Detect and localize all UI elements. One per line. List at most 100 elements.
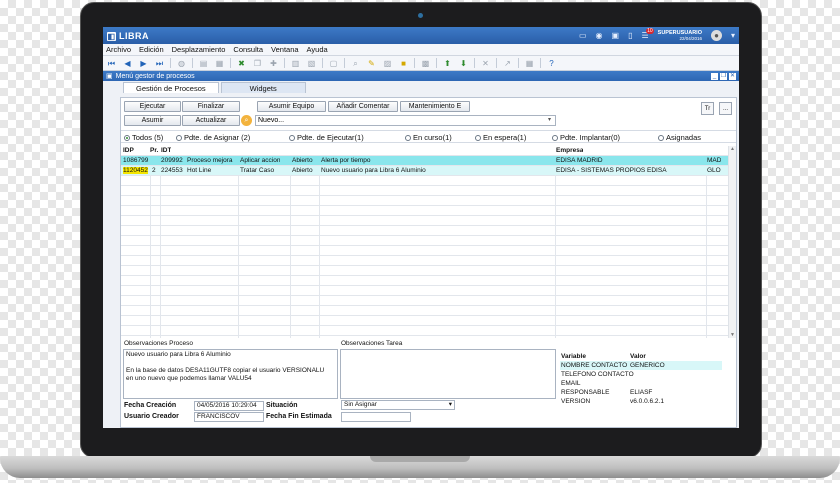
observaciones-proceso-label: Observaciones Proceso [124,340,194,347]
column-divider [555,156,556,338]
print-icon[interactable]: ▤ [198,58,209,69]
briefcase-icon[interactable]: ▣ [612,31,620,40]
table-scrollbar[interactable]: ▲ ▼ [728,146,736,338]
restore-icon[interactable]: ❐ [720,72,727,80]
header-pr[interactable]: Pr. [150,146,158,155]
filter-en-espera[interactable]: En espera(1) [475,133,526,142]
tab-widgets[interactable]: Widgets [220,82,306,93]
add-icon[interactable]: ✚ [268,58,279,69]
list-item[interactable]: NOMBRE CONTACTO GENERICO [560,361,722,370]
toolbar-separator [474,58,475,68]
menu-edicion[interactable]: Edición [139,45,164,54]
toolbar-separator [230,58,231,68]
note-icon[interactable]: ■ [398,58,409,69]
chevron-down-icon[interactable]: ▾ [548,116,551,123]
first-record-icon[interactable]: ⏮ [106,58,117,69]
globe-icon[interactable]: ◍ [176,58,187,69]
menu-archivo[interactable]: Archivo [106,45,131,54]
menu-consulta[interactable]: Consulta [233,45,263,54]
filter-ejecutar[interactable]: Pdte. de Ejecutar(1) [289,133,364,142]
anadir-comentario-button[interactable]: Añadir Comentar [328,101,398,112]
close-icon[interactable]: ✕ [729,72,736,80]
arrow-up-icon[interactable]: ⬆ [442,58,453,69]
more-button[interactable]: ... [719,102,732,115]
list-item[interactable]: TELEFONO CONTACTO [560,370,722,379]
export-icon[interactable]: ↗ [502,58,513,69]
ejecutar-button[interactable]: Ejecutar [124,101,181,112]
copy-icon[interactable]: ❐ [252,58,263,69]
mantenimiento-button[interactable]: Mantenimiento E [400,101,470,112]
column-divider [290,156,291,338]
user-date: 22/04/2016 [679,35,702,41]
observaciones-proceso-textarea[interactable]: Nuevo usuario para Libra 6 Aluminio En l… [123,349,338,399]
observaciones-tarea-textarea[interactable] [340,349,556,399]
fecha-creacion-field[interactable]: 04/05/2016 10:29:04 [194,401,264,411]
save-icon[interactable]: ▩ [420,58,431,69]
edit-pencil-icon[interactable]: ✎ [366,58,377,69]
search-icon[interactable]: ⌕ [350,58,361,69]
last-record-icon[interactable]: ⏭ [154,58,165,69]
filter-asignadas[interactable]: Asignadas [658,133,701,142]
fecha-creacion-label: Fecha Creación [124,402,177,409]
list-item[interactable]: VERSION v6.0.0.6.2.1 [560,397,722,406]
toolbar-separator [284,58,285,68]
toolbar-separator [540,58,541,68]
observaciones-tarea-label: Observaciones Tarea [341,340,403,347]
actualizar-button[interactable]: Actualizar [182,115,240,126]
avatar[interactable]: ● [710,30,722,41]
help-icon[interactable]: ? [546,58,557,69]
laptop-notch [370,456,470,462]
list-item[interactable]: RESPONSABLE ELIASF [560,388,722,397]
asumir-equipo-button[interactable]: Asumir Equipo [257,101,326,112]
column-divider [150,156,151,338]
scroll-down-icon[interactable]: ▼ [729,332,736,338]
previous-record-icon[interactable]: ◀ [122,58,133,69]
car-icon[interactable]: ◉ [596,31,603,40]
toolbar-separator [414,58,415,68]
toolbar: ⏮ ◀ ▶ ⏭ ◍ ▤ ▦ ✖ ❐ ✚ ▥ ▧ ▢ ⌕ ✎ ▨ ■ ▩ ⬆ ⬇ … [103,56,739,71]
header-idp[interactable]: IDP [123,146,134,155]
filter-todos[interactable]: Todos (5) [124,133,163,142]
preview-icon[interactable]: ▦ [214,58,225,69]
excel-icon[interactable]: ✖ [236,58,247,69]
filter-en-curso[interactable]: En curso(1) [405,133,452,142]
chevron-down-icon[interactable]: ▾ [449,401,452,409]
filter-implantar[interactable]: Pdte. Implantar(0) [552,133,620,142]
table-row[interactable]: 1086799 209992 Proceso mejora Aplicar ac… [121,156,728,165]
chevron-down-icon[interactable]: ▾ [731,31,735,40]
monitor-icon[interactable]: ▭ [579,31,587,40]
menu-ayuda[interactable]: Ayuda [307,45,328,54]
search-icon[interactable]: ⌕ [241,115,252,126]
archive-icon[interactable]: ▦ [524,58,535,69]
menubar: Archivo Edición Desplazamiento Consulta … [103,44,739,56]
arrow-down-icon[interactable]: ⬇ [458,58,469,69]
search-input[interactable] [255,115,556,126]
notifications-icon[interactable]: ☰ 10 [642,28,654,40]
phone-icon[interactable]: ▯ [628,31,632,40]
finalizar-button[interactable]: Finalizar [182,101,240,112]
menu-desplazamiento[interactable]: Desplazamiento [172,45,226,54]
header-empresa[interactable]: Empresa [556,146,583,155]
scroll-up-icon[interactable]: ▲ [729,146,736,152]
text-button[interactable]: Tr [701,102,714,115]
header-idt[interactable]: IDT [161,146,171,155]
user-name: SUPERUSUARIO [657,29,702,36]
document-icon[interactable]: ▢ [328,58,339,69]
usuario-creador-field[interactable]: FRANCISCOV [194,412,264,422]
situacion-label: Situación [266,402,298,409]
list-item[interactable]: EMAIL [560,379,722,388]
menu-ventana[interactable]: Ventana [271,45,299,54]
toolbar-separator [170,58,171,68]
minimize-icon[interactable]: _ [711,72,718,80]
asumir-button[interactable]: Asumir [124,115,181,126]
filter-icon[interactable]: ▥ [290,58,301,69]
tab-gestion-procesos[interactable]: Gestión de Procesos [123,82,219,93]
fecha-fin-field[interactable] [341,412,411,422]
attach-icon[interactable]: ▧ [306,58,317,69]
clipboard-icon[interactable]: ▨ [382,58,393,69]
delete-icon[interactable]: ✕ [480,58,491,69]
next-record-icon[interactable]: ▶ [138,58,149,69]
situacion-select[interactable]: Sin Asignar ▾ [341,400,455,410]
table-row[interactable]: 1120452 2 224553 Hot Line Tratar Caso Ab… [121,166,728,175]
filter-asignar[interactable]: Pdte. de Asignar (2) [176,133,250,142]
